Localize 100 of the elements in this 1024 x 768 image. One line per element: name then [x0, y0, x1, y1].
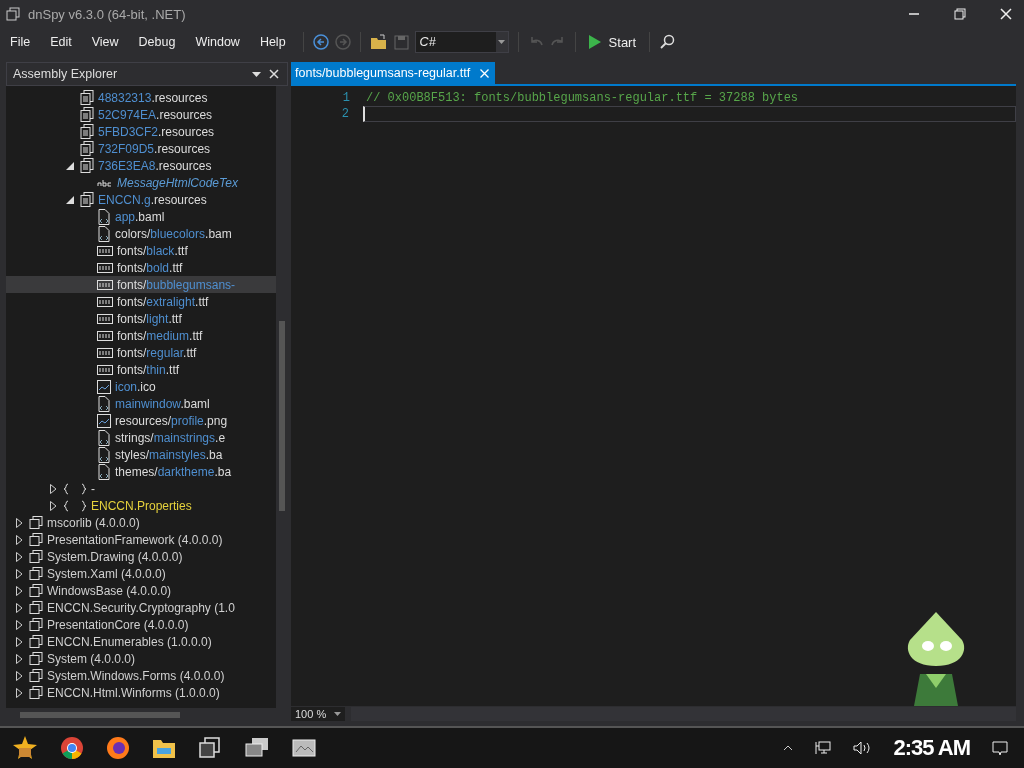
collapsed-arrow-icon[interactable]: [15, 568, 23, 579]
tree-item[interactable]: ENCCN.Enumerables (1.0.0.0): [6, 633, 276, 650]
tree-item[interactable]: PresentationCore (4.0.0.0): [6, 616, 276, 633]
tree-item-label: fonts/regular.ttf: [117, 345, 197, 360]
browser-icon[interactable]: [60, 736, 84, 760]
collapsed-arrow-icon[interactable]: [15, 687, 23, 698]
dropdown-icon[interactable]: [252, 71, 261, 77]
start-icon[interactable]: [12, 735, 38, 761]
tree-item[interactable]: fonts/light.ttf: [6, 310, 276, 327]
binary-file-icon: [97, 364, 113, 375]
clock[interactable]: 2:35 AM: [893, 735, 970, 761]
collapsed-arrow-icon[interactable]: [15, 619, 23, 630]
tree-item[interactable]: 52C974EA.resources: [6, 106, 276, 123]
tree-item[interactable]: System.Xaml (4.0.0.0): [6, 565, 276, 582]
restore-icon[interactable]: [954, 8, 966, 20]
tree-item[interactable]: mscorlib (4.0.0.0): [6, 514, 276, 531]
collapsed-arrow-icon[interactable]: [15, 602, 23, 613]
tree-item[interactable]: resources/profile.png: [6, 412, 276, 429]
tree-item[interactable]: fonts/black.ttf: [6, 242, 276, 259]
collapsed-arrow-icon[interactable]: [15, 636, 23, 647]
tree-item-label: System (4.0.0.0): [47, 651, 136, 666]
collapsed-arrow-icon[interactable]: [15, 585, 23, 596]
tree-item[interactable]: strings/mainstrings.e: [6, 429, 276, 446]
tree-item[interactable]: 732F09D5.resources: [6, 140, 276, 157]
tree-item[interactable]: 5FBD3CF2.resources: [6, 123, 276, 140]
tree-item[interactable]: themes/darktheme.ba: [6, 463, 276, 480]
tree-item[interactable]: fonts/regular.ttf: [6, 344, 276, 361]
tree-item-label: ENCCN.Properties: [91, 498, 192, 513]
code-editor[interactable]: 1 // 0x00B8F513: fonts/bubblegumsans-regular.ttf = 37288 bytes 2: [291, 84, 1016, 706]
language-dropdown[interactable]: C#: [414, 31, 509, 53]
tree-item[interactable]: fonts/medium.ttf: [6, 327, 276, 344]
assembly-icon: [29, 515, 43, 530]
tree-item-label: ENCCN.Enumerables (1.0.0.0): [47, 634, 212, 649]
menu-item[interactable]: Edit: [44, 35, 80, 49]
tree-item[interactable]: ENCCN.Properties: [6, 497, 276, 514]
tree-item[interactable]: ENCCN.Html.Winforms (1.0.0.0): [6, 684, 276, 701]
tree-item[interactable]: ENCCN.Security.Cryptography (1.0: [6, 599, 276, 616]
binary-file-icon: [97, 347, 113, 358]
tree-item[interactable]: styles/mainstyles.ba: [6, 446, 276, 463]
tree-item-label: MessageHtmlCodeTex: [117, 175, 238, 190]
collapsed-arrow-icon[interactable]: [15, 653, 23, 664]
vertical-scrollbar[interactable]: [276, 86, 288, 708]
tree-item[interactable]: MessageHtmlCodeTex: [6, 174, 276, 191]
menu-item[interactable]: View: [85, 35, 127, 49]
folder-icon[interactable]: [152, 737, 176, 759]
binary-file-icon: [97, 279, 113, 290]
save-icon[interactable]: [393, 34, 409, 50]
tree-item[interactable]: app.baml: [6, 208, 276, 225]
open-folder-icon[interactable]: [369, 34, 388, 50]
notification-icon[interactable]: [992, 740, 1008, 756]
windows-icon[interactable]: [198, 737, 222, 759]
app-window-icon[interactable]: [292, 738, 316, 758]
editor-tab[interactable]: fonts/bubblegumsans-regular.ttf: [291, 62, 496, 84]
tree-item[interactable]: PresentationFramework (4.0.0.0): [6, 531, 276, 548]
zoom-dropdown[interactable]: 100 %: [291, 707, 346, 721]
start-button[interactable]: Start: [584, 32, 641, 52]
tree-item[interactable]: icon.ico: [6, 378, 276, 395]
line-number: 1: [341, 91, 350, 105]
search-icon[interactable]: [659, 34, 676, 50]
menu-item[interactable]: File: [4, 35, 39, 49]
network-icon[interactable]: [815, 741, 832, 755]
collapsed-arrow-icon[interactable]: [15, 517, 23, 528]
line-number: 2: [340, 107, 349, 121]
binary-file-icon: [97, 330, 113, 341]
tree-item-label: icon.ico: [115, 379, 156, 394]
app-window-icon[interactable]: [244, 737, 270, 759]
collapsed-arrow-icon[interactable]: [15, 670, 23, 681]
tree-item-label: 5FBD3CF2.resources: [98, 124, 215, 139]
browser-icon[interactable]: [106, 736, 130, 760]
up-caret-icon[interactable]: [783, 745, 794, 751]
tree-item[interactable]: fonts/bold.ttf: [6, 259, 276, 276]
tree-item[interactable]: mainwindow.baml: [6, 395, 276, 412]
assembly-icon: [29, 600, 43, 615]
tree-item[interactable]: 736E3EA8.resources: [6, 157, 276, 174]
tree-item[interactable]: System (4.0.0.0): [6, 650, 276, 667]
tree-item[interactable]: ENCCN.g.resources: [6, 191, 276, 208]
tree-item[interactable]: fonts/thin.ttf: [6, 361, 276, 378]
expanded-arrow-icon[interactable]: [66, 195, 74, 204]
expanded-arrow-icon[interactable]: [66, 161, 74, 170]
tree-item[interactable]: System.Windows.Forms (4.0.0.0): [6, 667, 276, 684]
collapsed-arrow-icon[interactable]: [49, 483, 57, 494]
tree-item[interactable]: System.Drawing (4.0.0.0): [6, 548, 276, 565]
tree-item[interactable]: WindowsBase (4.0.0.0): [6, 582, 276, 599]
collapsed-arrow-icon[interactable]: [49, 500, 57, 511]
back-icon[interactable]: [312, 34, 329, 50]
close-icon[interactable]: [1000, 8, 1012, 20]
menu-item[interactable]: Help: [253, 35, 294, 49]
collapsed-arrow-icon[interactable]: [15, 551, 23, 562]
speaker-icon[interactable]: [853, 741, 872, 755]
tree-item[interactable]: colors/bluecolors.bam: [6, 225, 276, 242]
tree-item[interactable]: 48832313.resources: [6, 89, 276, 106]
close-icon[interactable]: [269, 69, 279, 79]
tree-item[interactable]: -: [6, 480, 276, 497]
tree-item[interactable]: fonts/extralight.ttf: [6, 293, 276, 310]
tree-item-label: 48832313.resources: [98, 90, 208, 105]
collapsed-arrow-icon[interactable]: [15, 534, 23, 545]
menu-item[interactable]: Window: [189, 35, 248, 49]
menu-item[interactable]: Debug: [132, 35, 184, 49]
tree-item[interactable]: fonts/bubblegumsans-: [6, 276, 276, 293]
horizontal-scrollbar[interactable]: [351, 707, 1016, 721]
